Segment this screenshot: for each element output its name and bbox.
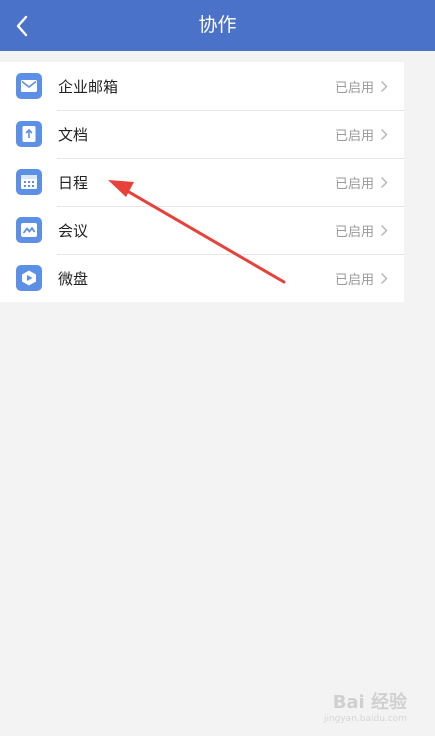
- calendar-icon: [16, 169, 42, 195]
- chevron-right-icon: [380, 128, 394, 141]
- list-item-label: 日程: [58, 173, 89, 192]
- list-item-label: 会议: [58, 221, 89, 240]
- status-text: 已启用: [334, 272, 374, 288]
- chevron-right-icon: [380, 224, 394, 237]
- status-text: 已启用: [334, 128, 374, 144]
- list-item-meeting[interactable]: 会议 已启用: [0, 206, 404, 254]
- list-item-drive[interactable]: 微盘 已启用: [0, 254, 404, 302]
- chevron-right-icon: [380, 272, 394, 285]
- status-text: 已启用: [334, 176, 374, 192]
- drive-icon: [16, 265, 42, 291]
- list-item-label: 微盘: [58, 269, 89, 288]
- list-item-label: 文档: [58, 125, 89, 144]
- chevron-right-icon: [380, 80, 394, 93]
- document-icon: [16, 121, 42, 147]
- title-bar: 协作: [0, 0, 435, 51]
- status-text: 已启用: [334, 80, 374, 96]
- collaboration-list: 企业邮箱 已启用 文档 已启用 日程 已启用 会议 已启用 微盘 已启用: [0, 62, 404, 302]
- meeting-icon: [16, 217, 42, 243]
- list-item-label: 企业邮箱: [58, 77, 119, 96]
- watermark-logo: Bai 经验: [332, 692, 407, 713]
- page-title: 协作: [198, 14, 237, 36]
- watermark-url: jingyan.baidu.com: [323, 714, 407, 724]
- list-item-mail[interactable]: 企业邮箱 已启用: [0, 62, 404, 110]
- mail-icon: [16, 73, 42, 99]
- list-item-document[interactable]: 文档 已启用: [0, 110, 404, 158]
- list-item-calendar[interactable]: 日程 已启用: [0, 158, 404, 206]
- chevron-right-icon: [380, 176, 394, 189]
- status-text: 已启用: [334, 224, 374, 240]
